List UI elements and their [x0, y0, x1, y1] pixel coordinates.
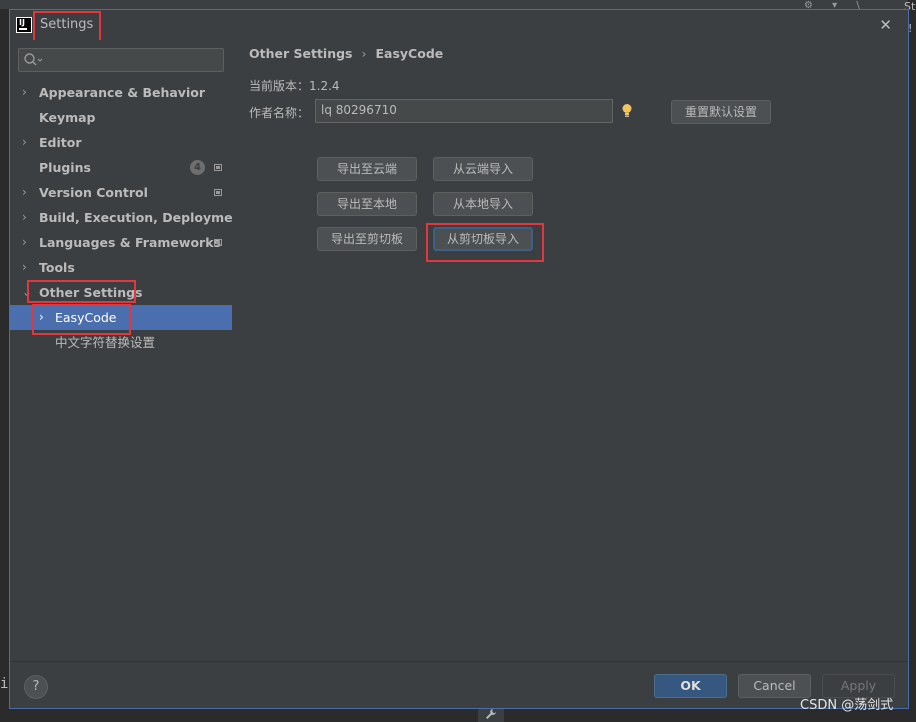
version-row: 当前版本：1.2.4 [249, 77, 340, 94]
sidebar-item-tools[interactable]: › Tools [10, 255, 232, 280]
sidebar-item-label: Appearance & Behavior [39, 85, 205, 100]
ok-button[interactable]: OK [654, 674, 727, 698]
chevron-right-icon: › [22, 185, 27, 199]
sidebar-item-label: EasyCode [55, 310, 117, 325]
sidebar-item-editor[interactable]: › Editor [10, 130, 232, 155]
sidebar-item-keymap[interactable]: Keymap [10, 105, 232, 130]
export-to-clipboard-button[interactable]: 导出至剪切板 [317, 227, 417, 251]
version-label: 当前版本： [249, 79, 310, 93]
sidebar-item-label: Languages & Frameworks [39, 235, 221, 250]
author-label: 作者名称： [249, 106, 310, 120]
ide-background-char: i [0, 676, 9, 692]
sidebar-item-label: Version Control [39, 185, 148, 200]
settings-dialog: IJ Settings ✕ › Appearance & Behavior Ke… [9, 9, 909, 709]
export-to-cloud-button[interactable]: 导出至云端 [317, 157, 417, 181]
search-icon [24, 53, 43, 66]
sidebar-item-version-control[interactable]: › Version Control [10, 180, 232, 205]
sidebar-item-other-settings[interactable]: ⌄ Other Settings [10, 280, 232, 305]
sidebar-item-appearance[interactable]: › Appearance & Behavior [10, 80, 232, 105]
ide-background-bottom [0, 708, 916, 722]
easycode-settings-panel: Other Settings › EasyCode 当前版本：1.2.4 作者名称：… [232, 40, 908, 661]
ide-background-right [908, 0, 916, 722]
sidebar-item-label: Editor [39, 135, 82, 150]
sidebar-item-label: Build, Execution, Deployment [39, 210, 248, 225]
chevron-right-icon: › [39, 310, 44, 324]
import-from-cloud-button[interactable]: 从云端导入 [433, 157, 533, 181]
sidebar-item-easycode[interactable]: › EasyCode [10, 305, 232, 330]
sidebar-item-languages[interactable]: › Languages & Frameworks [10, 230, 232, 255]
import-from-clipboard-button[interactable]: 从剪切板导入 [433, 227, 533, 251]
sidebar-item-plugins[interactable]: Plugins 4 [10, 155, 232, 180]
chevron-right-icon: › [22, 85, 27, 99]
settings-sidebar: › Appearance & Behavior Keymap › Editor … [10, 40, 247, 661]
project-scope-icon [214, 164, 222, 171]
reset-defaults-button[interactable]: 重置默认设置 [671, 100, 771, 124]
breadcrumb-separator: › [361, 46, 367, 61]
help-button[interactable]: ? [24, 675, 48, 699]
sidebar-item-label: Other Settings [39, 285, 143, 300]
version-value: 1.2.4 [309, 79, 340, 93]
import-from-local-button[interactable]: 从本地导入 [433, 192, 533, 216]
export-to-local-button[interactable]: 导出至本地 [317, 192, 417, 216]
sidebar-item-build[interactable]: › Build, Execution, Deployment [10, 205, 247, 230]
dialog-titlebar: IJ Settings ✕ [10, 10, 908, 40]
sidebar-item-chinese-char-replace[interactable]: 中文字符替换设置 [10, 330, 232, 355]
wrench-icon [478, 708, 504, 722]
chevron-right-icon: › [22, 260, 27, 274]
chevron-down-icon: ⌄ [22, 285, 33, 299]
breadcrumb: Other Settings › EasyCode [249, 46, 443, 61]
close-button[interactable]: ✕ [879, 16, 892, 34]
breadcrumb-parent[interactable]: Other Settings [249, 46, 353, 61]
dialog-title: Settings [40, 17, 94, 32]
sidebar-item-label: Keymap [39, 110, 96, 125]
settings-search-input[interactable] [18, 48, 224, 72]
settings-nav-tree: › Appearance & Behavior Keymap › Editor … [10, 80, 247, 355]
csdn-watermark: CSDN @荡剑式 [800, 698, 894, 713]
sidebar-item-label: Plugins [39, 160, 91, 175]
ide-background-top [0, 0, 916, 9]
sidebar-item-label: Tools [39, 260, 75, 275]
breadcrumb-current: EasyCode [375, 46, 444, 61]
lightbulb-icon[interactable] [622, 103, 632, 119]
dialog-footer: ? OK Cancel Apply [10, 661, 908, 708]
project-scope-icon [214, 189, 222, 196]
chevron-right-icon: › [22, 210, 27, 224]
author-name-field[interactable]: lq 80296710 [315, 99, 613, 123]
intellij-logo-icon: IJ [16, 17, 32, 33]
chevron-right-icon: › [22, 135, 27, 149]
chevron-right-icon: › [22, 235, 27, 249]
sidebar-item-label: 中文字符替换设置 [55, 335, 156, 350]
update-count-badge: 4 [190, 160, 205, 175]
project-scope-icon [214, 239, 222, 246]
